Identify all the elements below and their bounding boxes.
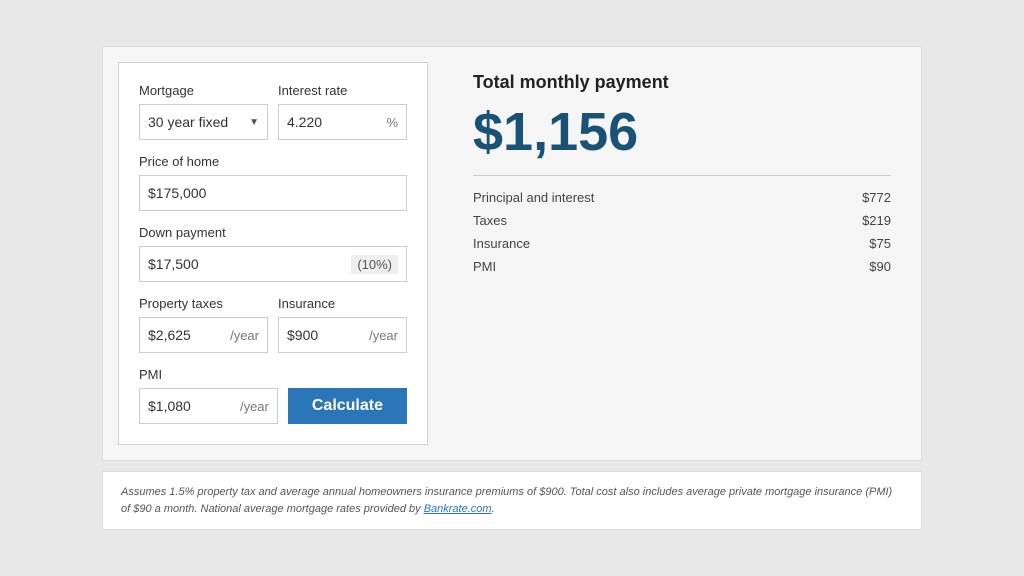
pmi-input[interactable] [148, 398, 240, 414]
down-payment-field-group: Down payment (10%) [139, 225, 407, 282]
property-taxes-suffix: /year [230, 328, 259, 343]
breakdown-label: Insurance [473, 236, 530, 251]
breakdown-value: $219 [862, 213, 891, 228]
breakdown-row: Taxes $219 [473, 213, 891, 228]
property-taxes-field-group: Property taxes /year [139, 296, 268, 353]
bankrate-link[interactable]: Bankrate.com [424, 503, 492, 515]
total-label: Total monthly payment [473, 72, 891, 93]
insurance-input[interactable] [287, 327, 369, 343]
breakdown-value: $90 [869, 259, 891, 274]
top-section: Mortgage 30 year fixed 15 year fixed 5/1… [103, 47, 921, 460]
insurance-label: Insurance [278, 296, 407, 311]
mortgage-interest-row: Mortgage 30 year fixed 15 year fixed 5/1… [139, 83, 407, 140]
price-input-wrapper [139, 175, 407, 211]
breakdown-label: Taxes [473, 213, 507, 228]
calculate-button[interactable]: Calculate [288, 388, 407, 424]
footer-text: Assumes 1.5% property tax and average an… [121, 486, 892, 515]
dropdown-arrow-icon: ▼ [249, 117, 259, 128]
breakdown-list: Principal and interest $772 Taxes $219 Insur… [473, 190, 891, 274]
insurance-suffix: /year [369, 328, 398, 343]
interest-rate-field-group: Interest rate % [278, 83, 407, 140]
total-amount: $1,156 [473, 105, 891, 159]
footer-suffix: . [492, 503, 495, 515]
insurance-field-group: Insurance /year [278, 296, 407, 353]
price-label: Price of home [139, 154, 407, 169]
pmi-label: PMI [139, 367, 407, 382]
down-payment-input[interactable] [148, 256, 351, 272]
calculator-container: Mortgage 30 year fixed 15 year fixed 5/1… [102, 46, 922, 461]
down-payment-label: Down payment [139, 225, 407, 240]
interest-rate-input[interactable] [287, 114, 386, 130]
property-taxes-input[interactable] [148, 327, 230, 343]
pmi-suffix: /year [240, 399, 269, 414]
breakdown-value: $772 [862, 190, 891, 205]
down-payment-input-wrapper: (10%) [139, 246, 407, 282]
breakdown-label: PMI [473, 259, 496, 274]
divider [473, 175, 891, 176]
mortgage-label: Mortgage [139, 83, 268, 98]
property-taxes-input-wrapper: /year [139, 317, 268, 353]
pmi-input-wrapper: /year [139, 388, 278, 424]
right-panel: Total monthly payment $1,156 Principal a… [443, 47, 921, 460]
breakdown-row: Insurance $75 [473, 236, 891, 251]
breakdown-label: Principal and interest [473, 190, 594, 205]
interest-rate-label: Interest rate [278, 83, 407, 98]
interest-rate-suffix: % [386, 115, 398, 130]
pmi-input-group: /year [139, 388, 278, 424]
down-payment-pct: (10%) [351, 255, 398, 274]
mortgage-field-group: Mortgage 30 year fixed 15 year fixed 5/1… [139, 83, 268, 140]
breakdown-row: Principal and interest $772 [473, 190, 891, 205]
breakdown-value: $75 [869, 236, 891, 251]
interest-rate-input-wrapper: % [278, 104, 407, 140]
mortgage-select-wrapper[interactable]: 30 year fixed 15 year fixed 5/1 ARM ▼ [139, 104, 268, 140]
footer-note: Assumes 1.5% property tax and average an… [102, 471, 922, 530]
pmi-section: PMI /year Calculate [139, 367, 407, 424]
property-taxes-label: Property taxes [139, 296, 268, 311]
breakdown-row: PMI $90 [473, 259, 891, 274]
price-field-group: Price of home [139, 154, 407, 211]
price-input[interactable] [148, 185, 398, 201]
taxes-insurance-row: Property taxes /year Insurance /year [139, 296, 407, 353]
left-panel: Mortgage 30 year fixed 15 year fixed 5/1… [118, 62, 428, 445]
pmi-row: /year Calculate [139, 388, 407, 424]
mortgage-select[interactable]: 30 year fixed 15 year fixed 5/1 ARM [148, 114, 245, 130]
insurance-input-wrapper: /year [278, 317, 407, 353]
